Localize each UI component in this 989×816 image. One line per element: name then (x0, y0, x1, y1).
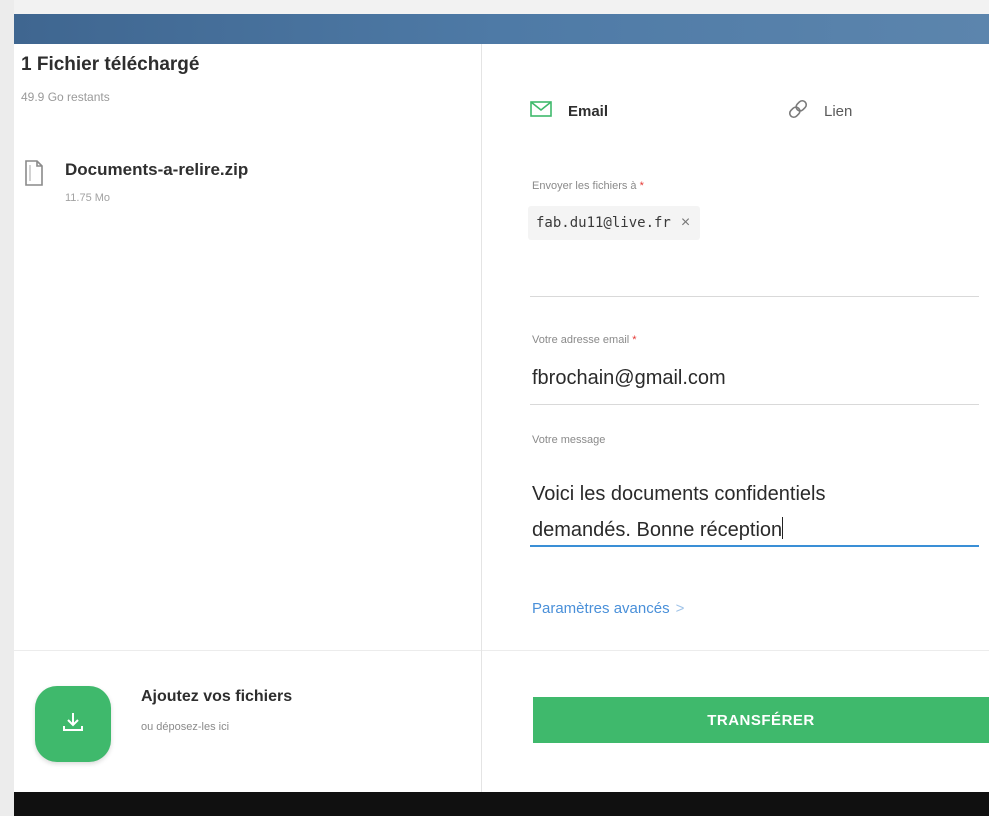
sender-email-underline (530, 404, 979, 405)
file-icon (24, 160, 44, 191)
tab-link[interactable]: Lien (786, 96, 852, 126)
recipients-label: Envoyer les fichiers à * (532, 180, 644, 192)
file-size: 11.75 Mo (65, 192, 111, 204)
message-field[interactable]: Voici les documents confidentiels demand… (532, 476, 972, 548)
tab-email[interactable]: Email (530, 96, 608, 126)
envelope-icon (530, 100, 552, 122)
add-files-title[interactable]: Ajoutez vos fichiers (141, 688, 292, 706)
divider (14, 650, 481, 651)
tab-email-label: Email (568, 102, 609, 120)
chevron-right-icon: > (675, 600, 685, 617)
transfer-button[interactable]: TRANSFÉRER (533, 697, 989, 743)
recipient-chip: fab.du11@live.fr × (528, 206, 701, 240)
message-underline (530, 545, 979, 547)
bottom-bar (14, 792, 989, 816)
required-marker: * (632, 334, 637, 346)
file-name: Documents-a-relire.zip (65, 160, 249, 179)
window-frame-top (0, 0, 989, 14)
advanced-settings-link[interactable]: Paramètres avancés > (532, 600, 684, 617)
upload-panel (14, 44, 481, 792)
recipients-underline (530, 296, 979, 297)
add-files-button[interactable] (35, 686, 111, 762)
download-icon (60, 709, 86, 740)
recipient-email: fab.du11@live.fr (536, 215, 671, 231)
storage-remaining: 49.9 Go restants (21, 90, 110, 104)
tab-link-label: Lien (824, 102, 853, 120)
window-frame-left (0, 0, 14, 816)
message-label: Votre message (532, 434, 606, 446)
recipients-input[interactable] (530, 250, 978, 294)
sender-email-label: Votre adresse email * (532, 334, 637, 346)
file-list-item[interactable]: Documents-a-relire.zip 11.75 Mo (24, 158, 444, 218)
text-caret (782, 517, 784, 539)
sender-email-field[interactable]: fbrochain@gmail.com (532, 367, 978, 390)
remove-recipient-icon[interactable]: × (681, 215, 690, 231)
transfer-form-panel (482, 44, 989, 792)
divider (482, 650, 989, 651)
link-icon (786, 97, 810, 126)
uploaded-files-title: 1 Fichier téléchargé (21, 54, 200, 75)
add-files-subtitle: ou déposez-les ici (141, 721, 230, 733)
required-marker: * (639, 180, 644, 192)
top-bar (14, 14, 989, 44)
transfer-button-label: TRANSFÉRER (707, 711, 815, 729)
